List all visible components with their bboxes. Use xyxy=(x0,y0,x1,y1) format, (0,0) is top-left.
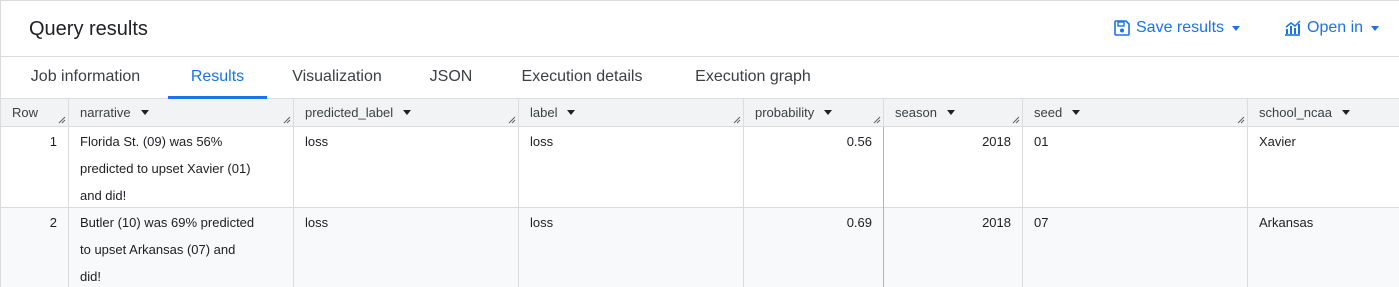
chevron-down-icon xyxy=(1232,25,1241,31)
resize-handle-icon[interactable] xyxy=(1237,116,1245,124)
column-header-label: seed xyxy=(1034,105,1063,120)
column-header-probability[interactable]: probability xyxy=(744,99,884,127)
column-header-row: Row xyxy=(1,99,69,127)
tab-execution-graph[interactable]: Execution graph xyxy=(691,57,815,98)
tab-results[interactable]: Results xyxy=(168,57,267,99)
table-header: Row narrative predicted_label label prob… xyxy=(1,99,1399,127)
table-row[interactable]: 2 Butler (10) was 69% predicted to upset… xyxy=(1,208,1399,287)
cell-narrative[interactable]: Butler (10) was 69% predicted to upset A… xyxy=(69,208,294,287)
chevron-down-icon xyxy=(1371,25,1380,31)
cell-season[interactable]: 2018 xyxy=(884,127,1023,208)
chart-icon xyxy=(1284,20,1301,36)
sort-dropdown-icon[interactable] xyxy=(140,110,149,115)
sort-dropdown-icon[interactable] xyxy=(824,110,833,115)
cell-narrative[interactable]: Florida St. (09) was 56% predicted to up… xyxy=(69,127,294,208)
cell-school-ncaa[interactable]: Xavier xyxy=(1248,127,1399,208)
narrative-line: and did! xyxy=(80,188,127,203)
save-icon xyxy=(1114,20,1130,36)
cell-seed[interactable]: 01 xyxy=(1023,127,1248,208)
column-header-school-ncaa[interactable]: school_ncaa xyxy=(1248,99,1399,127)
column-header-label: label xyxy=(530,105,558,120)
cell-probability[interactable]: 0.56 xyxy=(744,127,884,208)
column-header-label[interactable]: label xyxy=(519,99,744,127)
narrative-line: did! xyxy=(80,269,101,284)
column-header-label: Row xyxy=(12,105,39,120)
column-header-label: probability xyxy=(755,105,815,120)
save-results-button[interactable]: Save results xyxy=(1114,19,1241,37)
cell-school-ncaa[interactable]: Arkansas xyxy=(1248,208,1399,287)
table-row[interactable]: 1 Florida St. (09) was 56% predicted to … xyxy=(1,127,1399,208)
tab-json[interactable]: JSON xyxy=(429,57,473,98)
cell-label[interactable]: loss xyxy=(519,208,744,287)
row-number: 1 xyxy=(1,127,69,208)
results-table: Row narrative predicted_label label prob… xyxy=(0,99,1399,287)
row-number: 2 xyxy=(1,208,69,287)
resize-handle-icon[interactable] xyxy=(873,116,881,124)
cell-season[interactable]: 2018 xyxy=(884,208,1023,287)
cell-predicted-label[interactable]: loss xyxy=(294,208,519,287)
tab-job-information[interactable]: Job information xyxy=(25,57,146,98)
results-header: Query results Save results Open in xyxy=(0,0,1399,57)
results-tabs: Job information Results Visualization JS… xyxy=(0,57,1399,99)
cell-label[interactable]: loss xyxy=(519,127,744,208)
cell-seed[interactable]: 07 xyxy=(1023,208,1248,287)
sort-dropdown-icon[interactable] xyxy=(403,110,412,115)
sort-dropdown-icon[interactable] xyxy=(946,110,955,115)
resize-handle-icon[interactable] xyxy=(508,116,516,124)
column-header-narrative[interactable]: narrative xyxy=(69,99,294,127)
column-header-predicted-label[interactable]: predicted_label xyxy=(294,99,519,127)
narrative-line: predicted to upset Xavier (01) xyxy=(80,161,251,176)
sort-dropdown-icon[interactable] xyxy=(1072,110,1081,115)
column-header-seed[interactable]: seed xyxy=(1023,99,1248,127)
resize-handle-icon[interactable] xyxy=(1012,116,1020,124)
column-header-label: narrative xyxy=(80,105,131,120)
narrative-line: Butler (10) was 69% predicted xyxy=(80,215,255,230)
column-header-label: school_ncaa xyxy=(1259,105,1332,120)
narrative-line: to upset Arkansas (07) and xyxy=(80,242,236,257)
tab-execution-details[interactable]: Execution details xyxy=(517,57,647,98)
cell-predicted-label[interactable]: loss xyxy=(294,127,519,208)
cell-probability[interactable]: 0.69 xyxy=(744,208,884,287)
save-results-label: Save results xyxy=(1136,19,1225,36)
sort-dropdown-icon[interactable] xyxy=(1342,110,1350,115)
sort-dropdown-icon[interactable] xyxy=(567,110,576,115)
narrative-line: Florida St. (09) was 56% xyxy=(80,134,223,149)
open-in-label: Open in xyxy=(1307,19,1364,36)
page-title: Query results xyxy=(29,18,148,40)
open-in-button[interactable]: Open in xyxy=(1284,19,1380,37)
column-header-label: season xyxy=(895,105,937,120)
column-header-label: predicted_label xyxy=(305,105,394,120)
resize-handle-icon[interactable] xyxy=(733,116,741,124)
resize-handle-icon[interactable] xyxy=(58,116,66,124)
tab-visualization[interactable]: Visualization xyxy=(289,57,385,98)
resize-handle-icon[interactable] xyxy=(283,116,291,124)
column-header-season[interactable]: season xyxy=(884,99,1023,127)
